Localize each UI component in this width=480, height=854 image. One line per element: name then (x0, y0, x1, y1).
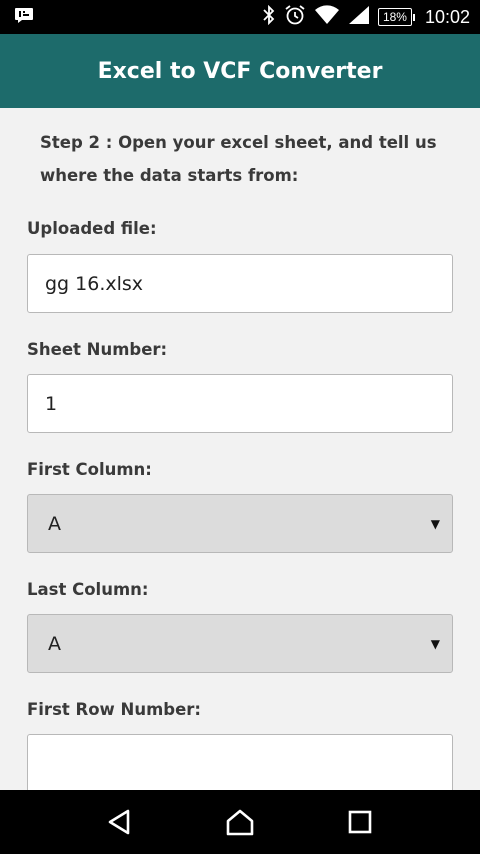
alarm-icon (284, 4, 306, 30)
battery-percent: 18% (377, 8, 412, 26)
signal-icon (348, 5, 370, 29)
sheet-number-label: Sheet Number: (27, 340, 168, 359)
first-column-label: First Column: (27, 460, 152, 479)
sheet-number-input[interactable] (27, 374, 453, 433)
notification-icon (14, 7, 34, 27)
home-icon (226, 809, 254, 836)
first-column-value: A (48, 512, 61, 535)
recents-button[interactable] (340, 802, 380, 842)
status-left (14, 7, 262, 27)
first-column-select[interactable]: A ▼ (27, 494, 453, 553)
dropdown-arrow-icon: ▼ (430, 516, 440, 531)
home-button[interactable] (220, 802, 260, 842)
app-bar: Excel to VCF Converter (0, 34, 480, 108)
app-title: Excel to VCF Converter (97, 58, 383, 84)
dropdown-arrow-icon: ▼ (430, 636, 440, 651)
first-row-number-input[interactable] (27, 734, 453, 790)
recents-icon (348, 810, 372, 834)
battery-tip (412, 13, 415, 21)
form-content[interactable]: Step 2 : Open your excel sheet, and tell… (0, 108, 480, 790)
wifi-icon (314, 5, 340, 29)
step-instructions: Step 2 : Open your excel sheet, and tell… (40, 133, 437, 185)
first-row-number-label: First Row Number: (27, 700, 202, 719)
uploaded-file-input[interactable] (27, 254, 453, 313)
uploaded-file-label: Uploaded file: (27, 219, 157, 238)
last-column-select[interactable]: A ▼ (27, 614, 453, 673)
bluetooth-icon (262, 4, 276, 29)
battery-icon: 18% (377, 8, 415, 26)
status-bar: 18% 10:02 (0, 0, 480, 34)
status-right: 18% 10:02 (262, 4, 470, 30)
last-column-label: Last Column: (27, 580, 149, 599)
last-column-value: A (48, 632, 61, 655)
back-icon (108, 809, 130, 835)
navigation-bar (0, 790, 480, 854)
status-time: 10:02 (424, 6, 470, 27)
back-button[interactable] (100, 802, 140, 842)
